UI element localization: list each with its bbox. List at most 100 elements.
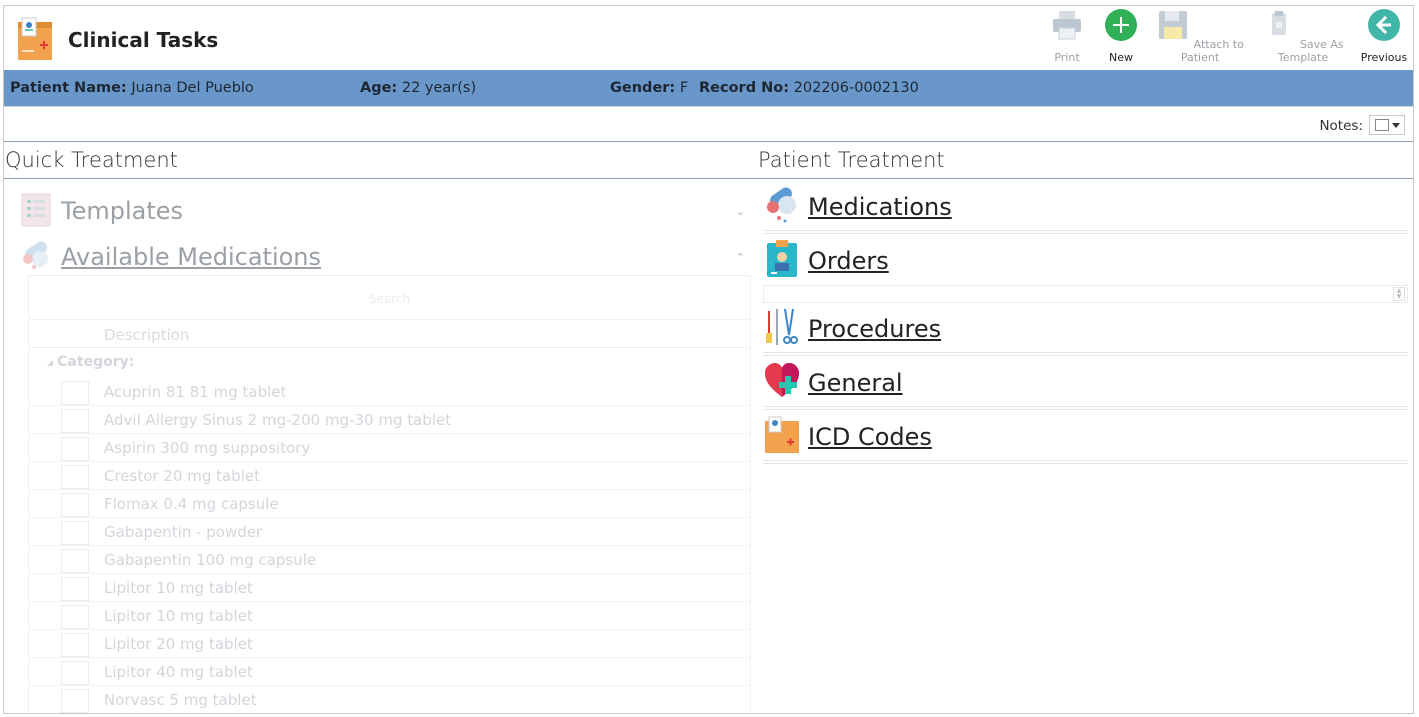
spin-arrows-icon[interactable]: ▲ ▼ — [1393, 287, 1405, 301]
medication-description: Lipitor 40 mg tablet — [104, 663, 253, 681]
quick-treatment-title: Quick Treatment — [5, 148, 178, 172]
orders-link[interactable]: Orders — [808, 247, 889, 275]
procedures-section[interactable]: Procedures — [759, 303, 1409, 353]
medication-row[interactable]: Lipitor 10 mg tablet — [29, 602, 750, 630]
medication-description: Flomax 0.4 mg capsule — [104, 495, 279, 513]
medication-row[interactable]: Lipitor 40 mg tablet — [29, 658, 750, 686]
general-divider — [763, 406, 1408, 410]
quick-treatment-panel: Templates ⌄ Available Medications ⌃ Sear… — [4, 179, 751, 713]
medication-description: Norvasc 5 mg tablet — [104, 691, 257, 709]
medication-row[interactable]: Lipitor 10 mg tablet — [29, 574, 750, 602]
attach-label: Attach to Patient — [1180, 38, 1244, 64]
row-checkbox[interactable] — [61, 465, 89, 489]
column-description[interactable]: Description — [104, 326, 189, 344]
medication-description: Acuprin 81 81 mg tablet — [104, 383, 287, 401]
clipboard-icon — [1272, 11, 1287, 35]
medication-row[interactable]: Acuprin 81 81 mg tablet — [29, 378, 750, 406]
row-checkbox[interactable] — [61, 577, 89, 601]
row-checkbox[interactable] — [61, 605, 89, 629]
row-checkbox[interactable] — [61, 633, 89, 657]
medication-row[interactable]: Lipitor 20 mg tablet — [29, 630, 750, 658]
checklist-icon — [21, 193, 51, 227]
grid-rows: Acuprin 81 81 mg tablet Advil Allergy Sin… — [29, 378, 750, 713]
medications-section[interactable]: Medications — [759, 181, 1409, 231]
row-checkbox[interactable] — [61, 437, 89, 461]
medication-description: Lipitor 20 mg tablet — [104, 635, 253, 653]
category-group-row[interactable]: ◢ Category: — [47, 354, 134, 370]
notes-dropdown-button[interactable] — [1369, 115, 1405, 135]
arrow-left-circle-icon — [1368, 9, 1400, 41]
patient-name-label: Patient Name: — [10, 80, 127, 96]
chevron-up-icon: ⌃ — [735, 251, 745, 264]
icd-codes-section[interactable]: ICD Codes — [759, 411, 1409, 461]
medication-row[interactable]: Advil Allergy Sinus 2 mg-200 mg-30 mg ta… — [29, 406, 750, 434]
patient-name: Patient Name: Juana Del Pueblo — [10, 80, 254, 96]
heart-plus-icon — [765, 363, 799, 397]
row-checkbox[interactable] — [61, 409, 89, 433]
row-checkbox[interactable] — [61, 661, 89, 685]
save-as-template-button[interactable]: Save As Template — [1255, 8, 1351, 64]
notes-row: Notes: — [4, 106, 1413, 142]
row-checkbox[interactable] — [61, 689, 89, 713]
icd-codes-link[interactable]: ICD Codes — [808, 423, 932, 451]
grid-header: Description — [29, 320, 750, 348]
medication-description: Crestor 20 mg tablet — [104, 467, 260, 485]
medication-row[interactable]: Crestor 20 mg tablet — [29, 462, 750, 490]
row-checkbox[interactable] — [61, 521, 89, 545]
patient-age-value: 22 year(s) — [401, 80, 477, 96]
procedures-link[interactable]: Procedures — [808, 315, 941, 343]
previous-button[interactable]: Previous — [1358, 8, 1410, 64]
category-label: Category: — [57, 354, 135, 370]
clipboard-doctor-icon — [767, 240, 797, 277]
icd-codes-divider — [763, 460, 1408, 464]
patient-name-value: Juana Del Pueblo — [131, 80, 254, 96]
orders-spinner-input[interactable]: ▲ ▼ — [763, 285, 1408, 303]
grid-search-input[interactable]: Search — [29, 276, 750, 320]
collapse-triangle-icon: ◢ — [47, 357, 54, 367]
previous-label: Previous — [1360, 51, 1408, 64]
patient-gender-label: Gender: — [610, 80, 676, 96]
medication-description: Gabapentin - powder — [104, 523, 263, 541]
available-medications-accordion[interactable]: Available Medications ⌃ — [4, 235, 751, 275]
patient-age: Age: 22 year(s) — [360, 80, 476, 96]
patient-treatment-title: Patient Treatment — [758, 148, 945, 172]
print-button[interactable]: Print — [1047, 8, 1087, 64]
patient-info-bar: Patient Name: Juana Del Pueblo Age: 22 y… — [4, 70, 1413, 106]
new-label: New — [1109, 51, 1133, 64]
row-checkbox[interactable] — [61, 381, 89, 405]
patient-record-value: 202206-0002130 — [793, 80, 919, 96]
available-medications-link[interactable]: Available Medications — [61, 243, 321, 271]
medication-row[interactable]: Gabapentin - powder — [29, 518, 750, 546]
clinical-folder-icon — [18, 17, 52, 60]
general-link[interactable]: General — [808, 369, 903, 397]
medication-row[interactable]: Flomax 0.4 mg capsule — [29, 490, 750, 518]
medication-row[interactable]: Gabapentin 100 mg capsule — [29, 546, 750, 574]
patient-gender: Gender: F — [610, 80, 688, 96]
attach-to-patient-button[interactable]: Attach to Patient — [1152, 8, 1248, 64]
orders-section[interactable]: Orders — [759, 235, 1409, 285]
patient-age-label: Age: — [360, 80, 398, 96]
medication-description: Aspirin 300 mg suppository — [104, 439, 311, 457]
clinical-folder-icon — [765, 416, 799, 453]
row-checkbox[interactable] — [61, 549, 89, 573]
templates-label: Templates — [61, 197, 184, 225]
general-section[interactable]: General — [759, 357, 1409, 407]
clinical-tasks-window: Clinical Tasks Print New Attach to Patie… — [3, 5, 1414, 714]
chevron-down-icon: ⌄ — [735, 205, 745, 218]
patient-record-label: Record No: — [699, 80, 790, 96]
plus-circle-icon — [1105, 9, 1137, 41]
new-button[interactable]: New — [1101, 8, 1141, 64]
printer-icon — [1053, 11, 1081, 40]
medication-description: Advil Allergy Sinus 2 mg-200 mg-30 mg ta… — [104, 411, 452, 429]
pills-icon — [23, 241, 48, 269]
medication-row[interactable]: Norvasc 5 mg tablet — [29, 686, 750, 713]
medications-grid: Search Description ◢ Category: Acuprin 81… — [28, 275, 751, 713]
row-checkbox[interactable] — [61, 493, 89, 517]
medication-description: Lipitor 10 mg tablet — [104, 579, 253, 597]
print-label: Print — [1054, 51, 1080, 64]
notes-label: Notes: — [1319, 118, 1363, 134]
medication-row[interactable]: Aspirin 300 mg suppository — [29, 434, 750, 462]
page-title: Clinical Tasks — [68, 28, 219, 52]
medications-link[interactable]: Medications — [808, 193, 952, 221]
templates-accordion[interactable]: Templates ⌄ — [4, 189, 751, 229]
